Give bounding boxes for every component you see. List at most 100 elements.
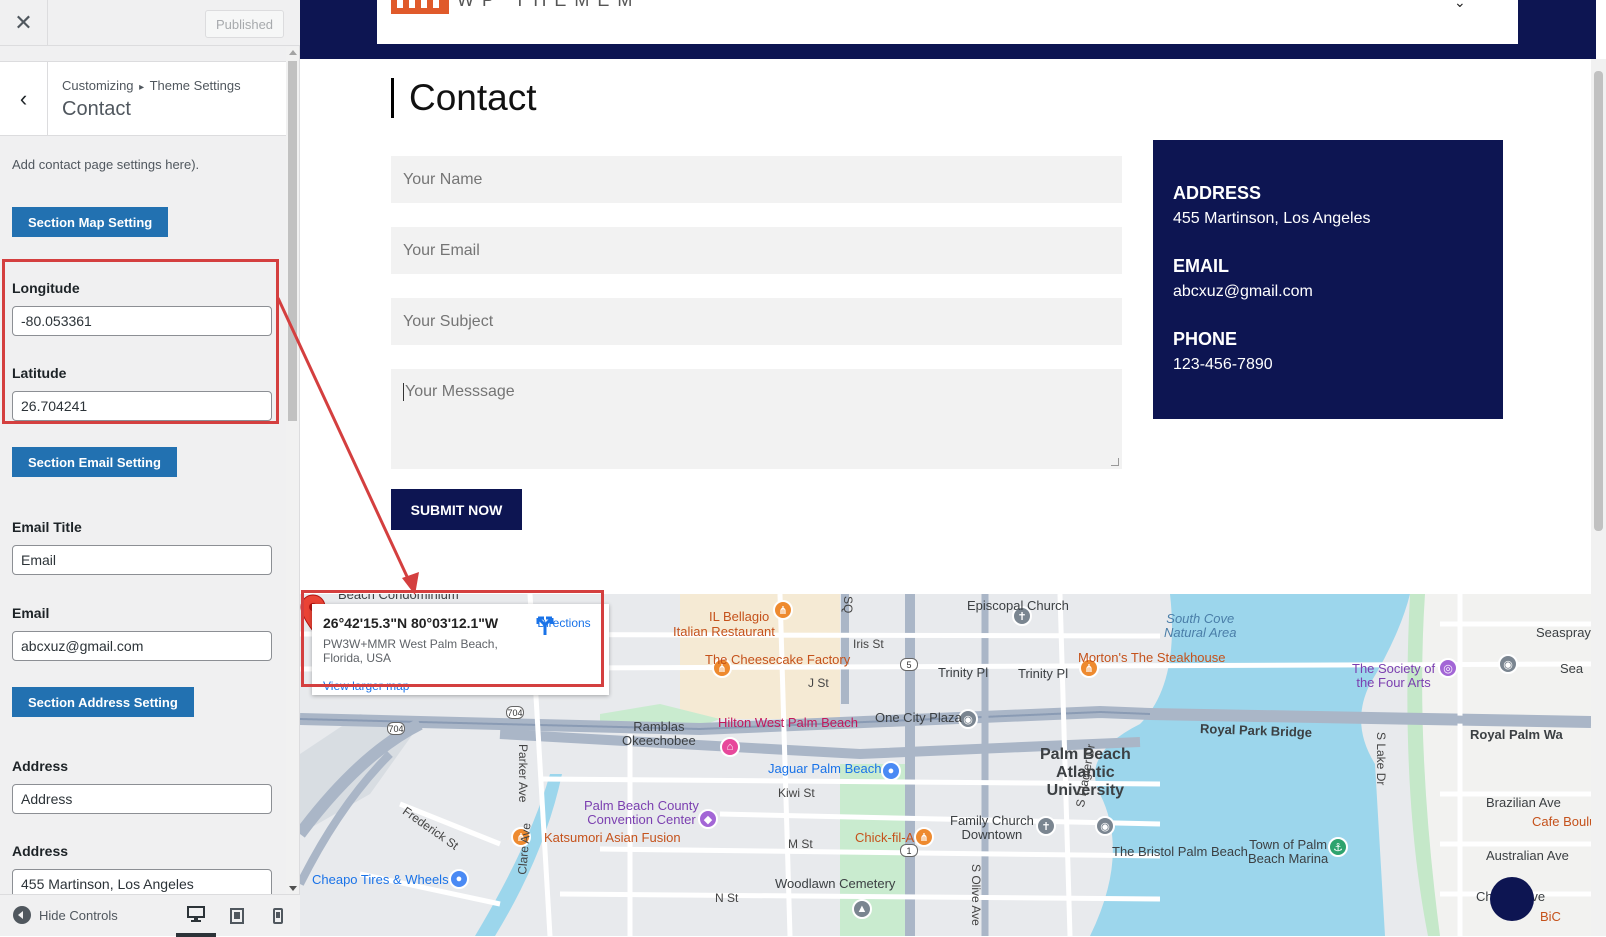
scroll-up-icon[interactable] — [289, 50, 297, 55]
text-caret — [403, 383, 404, 401]
google-map[interactable]: 704 704 5 1 ⋔ ⋔ ✝ ⋔ ◎ ◉ ◉ ⌂ ● ◆ ✝ ◉ ⋔ ⋔ … — [300, 594, 1591, 936]
sidebar-scrollbar[interactable] — [286, 47, 299, 894]
map-label: SQ — [841, 596, 855, 614]
road-1-shield: 1 — [900, 844, 918, 857]
section-description: Add contact page settings here). — [12, 157, 200, 172]
museum-icon[interactable]: ◎ — [1438, 658, 1458, 678]
page-title-block: Contact — [391, 78, 537, 118]
desktop-icon[interactable] — [176, 895, 216, 937]
customizer-header: ✕ Published — [0, 0, 300, 46]
email-label: Email — [12, 605, 50, 621]
tablet-icon[interactable] — [217, 895, 257, 937]
cemetery-icon[interactable]: ▲ — [852, 899, 872, 919]
hotel-icon[interactable]: ⌂ — [720, 737, 740, 757]
restaurant-icon[interactable]: ⋔ — [914, 827, 934, 847]
customizer-sidebar: ✕ Published ‹ Customizing ▸ Theme Settin… — [0, 0, 300, 937]
map-address: PW3W+MMR West Palm Beach, Florida, USA — [323, 637, 498, 665]
published-button[interactable]: Published — [205, 10, 284, 38]
road-5-shield: 5 — [900, 658, 918, 671]
message-placeholder: Your Messsage — [405, 383, 515, 400]
preview-scrollbar[interactable] — [1591, 59, 1606, 936]
resize-handle[interactable] — [1111, 458, 1119, 466]
longitude-label: Longitude — [12, 280, 80, 296]
name-input[interactable]: Your Name — [391, 156, 1122, 203]
map-label: Jaguar Palm Beach — [768, 761, 882, 776]
email-field[interactable]: Your Email — [391, 227, 1122, 274]
map-label: Parker Ave — [516, 744, 530, 803]
section-map-button[interactable]: Section Map Setting — [12, 207, 169, 237]
map-label: Sea — [1560, 661, 1584, 676]
marina-icon[interactable]: ⚓ — [1328, 837, 1348, 857]
map-info-card: 26°42'15.3"N 80°03'12.1"W PW3W+MMR West … — [312, 604, 609, 695]
venue-icon[interactable]: ◆ — [698, 809, 718, 829]
address-title-input[interactable]: Address — [12, 784, 272, 814]
address-input[interactable]: 455 Martinson, Los Angeles — [12, 869, 272, 894]
map-label: Trinity Pl — [1018, 666, 1069, 681]
back-icon[interactable]: ‹ — [0, 62, 48, 136]
section-email-button[interactable]: Section Email Setting — [12, 447, 177, 477]
breadcrumb-parent: Theme Settings — [149, 78, 241, 93]
mobile-icon[interactable] — [258, 895, 298, 937]
customizer-footer: Hide Controls — [0, 894, 300, 937]
map-label: One City Plaza — [875, 710, 962, 725]
site-header: WP THEMEM ⌄ — [300, 0, 1596, 59]
map-label: Kiwi St — [778, 786, 815, 800]
scroll-down-icon[interactable] — [289, 886, 297, 891]
close-icon[interactable]: ✕ — [0, 0, 48, 45]
latitude-label: Latitude — [12, 365, 67, 381]
map-label: Cheapo Tires & Wheels — [312, 872, 449, 887]
road-704-shield: 704 — [387, 722, 405, 735]
view-larger-map-link[interactable]: View larger map — [323, 679, 409, 693]
landmark-icon[interactable]: ◉ — [1498, 654, 1518, 674]
map-label: Katsumori Asian Fusion — [544, 830, 681, 845]
collapse-icon — [13, 906, 31, 924]
church-icon[interactable]: ✝ — [1036, 816, 1056, 836]
car-dealer-icon[interactable]: ● — [881, 761, 901, 781]
scrollbar-thumb[interactable] — [288, 61, 297, 421]
email-heading: EMAIL — [1173, 256, 1229, 276]
shop-icon[interactable]: ● — [449, 869, 469, 889]
map-label: Brazilian Ave — [1486, 795, 1561, 810]
longitude-input[interactable]: -80.053361 — [12, 306, 272, 336]
map-label: Seaspray — [1536, 625, 1591, 640]
map-label: The Cheesecake Factory — [705, 652, 851, 667]
subject-input[interactable]: Your Subject — [391, 298, 1122, 345]
section-address-button[interactable]: Section Address Setting — [12, 687, 194, 717]
latitude-input[interactable]: 26.704241 — [12, 391, 272, 421]
map-label: M St — [788, 837, 813, 851]
email-input[interactable]: abcxuz@gmail.com — [12, 631, 272, 661]
map-label: Italian Restaurant — [673, 624, 775, 639]
chat-bubble-icon[interactable] — [1490, 877, 1534, 921]
map-label: Chick-fil-A — [855, 830, 915, 845]
address-title-label: Address — [12, 758, 69, 774]
restaurant-icon[interactable]: ⋔ — [773, 600, 793, 620]
map-label: Beach Condominium — [338, 594, 459, 602]
section-header: ‹ Customizing ▸ Theme Settings Contact — [0, 61, 286, 136]
chevron-down-icon[interactable]: ⌄ — [1454, 0, 1466, 11]
email-title-input[interactable]: Email — [12, 545, 272, 575]
map-label: Royal Palm Wa — [1470, 727, 1563, 742]
phone-value[interactable]: 123-456-7890 — [1173, 356, 1273, 374]
map-label: S Lake Dr — [1374, 732, 1388, 786]
phone-heading: PHONE — [1173, 329, 1238, 349]
map-coordinates: 26°42'15.3"N 80°03'12.1"W — [323, 615, 499, 631]
hide-controls-label: Hide Controls — [39, 907, 118, 923]
section-title: Contact — [62, 98, 131, 120]
road-704-shield: 704 — [506, 706, 524, 719]
logo-text[interactable]: WP THEMEM — [457, 0, 640, 11]
map-label: South Cove Natural Area — [1164, 611, 1237, 640]
scrollbar-thumb[interactable] — [1594, 71, 1603, 531]
map-label: IL Bellagio — [709, 609, 770, 624]
directions-button[interactable]: Directions — [534, 614, 594, 635]
message-textarea[interactable]: Your Messsage — [391, 369, 1122, 469]
landmark-icon[interactable]: ◉ — [1095, 816, 1115, 836]
map-label: The Society of the Four Arts — [1352, 661, 1436, 690]
submit-button[interactable]: SUBMIT NOW — [391, 489, 522, 530]
hide-controls-button[interactable]: Hide Controls — [13, 906, 118, 924]
header-bar: WP THEMEM ⌄ — [377, 0, 1518, 44]
map-label: S Olive Ave — [969, 864, 983, 926]
map-label: J St — [808, 676, 829, 690]
email-value[interactable]: abcxuz@gmail.com — [1173, 283, 1313, 301]
site-preview: WP THEMEM ⌄ Contact Your Name Your Email… — [300, 0, 1606, 936]
map-label: Trinity Pl — [938, 665, 989, 680]
